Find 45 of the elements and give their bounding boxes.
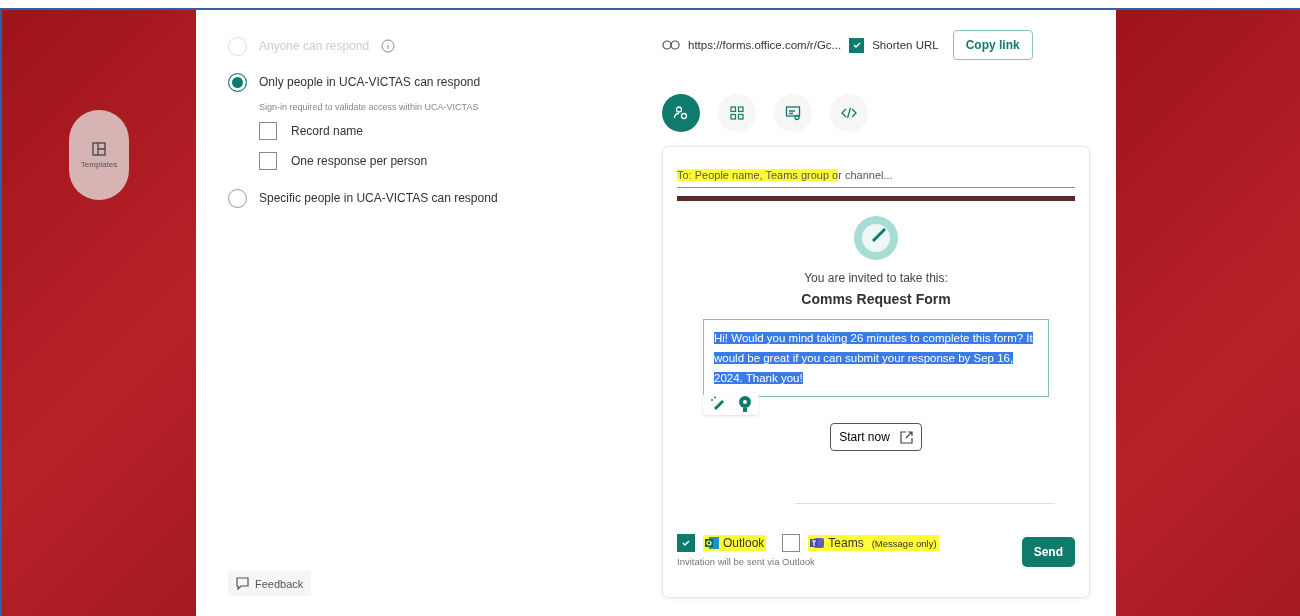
form-logo-icon [853, 215, 899, 261]
start-now-button[interactable]: Start now [830, 423, 922, 451]
option-note: Sign-in required to validate access within UCA-VICTAS [259, 102, 480, 112]
checkbox-label: Shorten URL [872, 39, 939, 51]
option-label: Specific people in UCA-VICTAS can respond [259, 191, 498, 205]
send-button[interactable]: Send [1021, 537, 1075, 567]
share-tab[interactable] [774, 94, 812, 132]
checkmark-icon [681, 538, 691, 548]
checkbox-label: One response per person [291, 154, 428, 168]
channel-note: (Message only) [871, 537, 937, 549]
magic-pen-icon[interactable] [709, 395, 727, 413]
option-label: Only people in UCA-VICTAS can respond [259, 75, 481, 89]
teams-icon [810, 536, 825, 550]
radio-button[interactable] [228, 72, 247, 92]
recipient-field[interactable]: To: People name, Teams group or channel... [677, 165, 1075, 188]
share-tab[interactable] [718, 94, 756, 132]
form-url: https://forms.office.com/r/Gc... [688, 39, 842, 51]
feedback-button[interactable]: Feedback [228, 571, 312, 596]
link-icon [662, 40, 680, 50]
code-icon [841, 107, 857, 119]
copy-link-button[interactable]: Copy link [952, 30, 1033, 60]
status-text: Invitation will be sent via Outlook [677, 556, 816, 567]
invitation-text: You are invited to take this: [804, 271, 948, 285]
presentation-icon [785, 105, 801, 121]
channel-name: Outlook [723, 536, 765, 550]
channel-name: Teams [828, 536, 864, 550]
share-tab[interactable] [662, 94, 700, 132]
checkbox[interactable] [782, 534, 801, 552]
checkbox[interactable] [259, 152, 277, 170]
templates-button[interactable]: Templates [69, 110, 129, 200]
checkbox[interactable] [849, 37, 865, 53]
people-settings-icon [673, 105, 689, 121]
external-link-icon [899, 430, 913, 444]
checkbox[interactable] [677, 534, 695, 552]
qr-code-icon [730, 106, 744, 120]
feedback-icon [236, 577, 249, 590]
checkbox[interactable] [259, 122, 277, 140]
layout-icon [92, 141, 106, 156]
outlook-icon [705, 536, 719, 550]
message-field[interactable]: Hi! Would you mind taking 26 minutes to complete this form? It would be great if you can submit your response by Sep 16, 2024. Thank you! [703, 319, 1049, 397]
form-title: Comms Request Form [801, 291, 951, 307]
checkmark-icon [851, 40, 862, 50]
lightbulb-icon[interactable] [737, 395, 753, 413]
info-icon [381, 39, 396, 53]
checkbox-label: Record name [291, 124, 364, 138]
